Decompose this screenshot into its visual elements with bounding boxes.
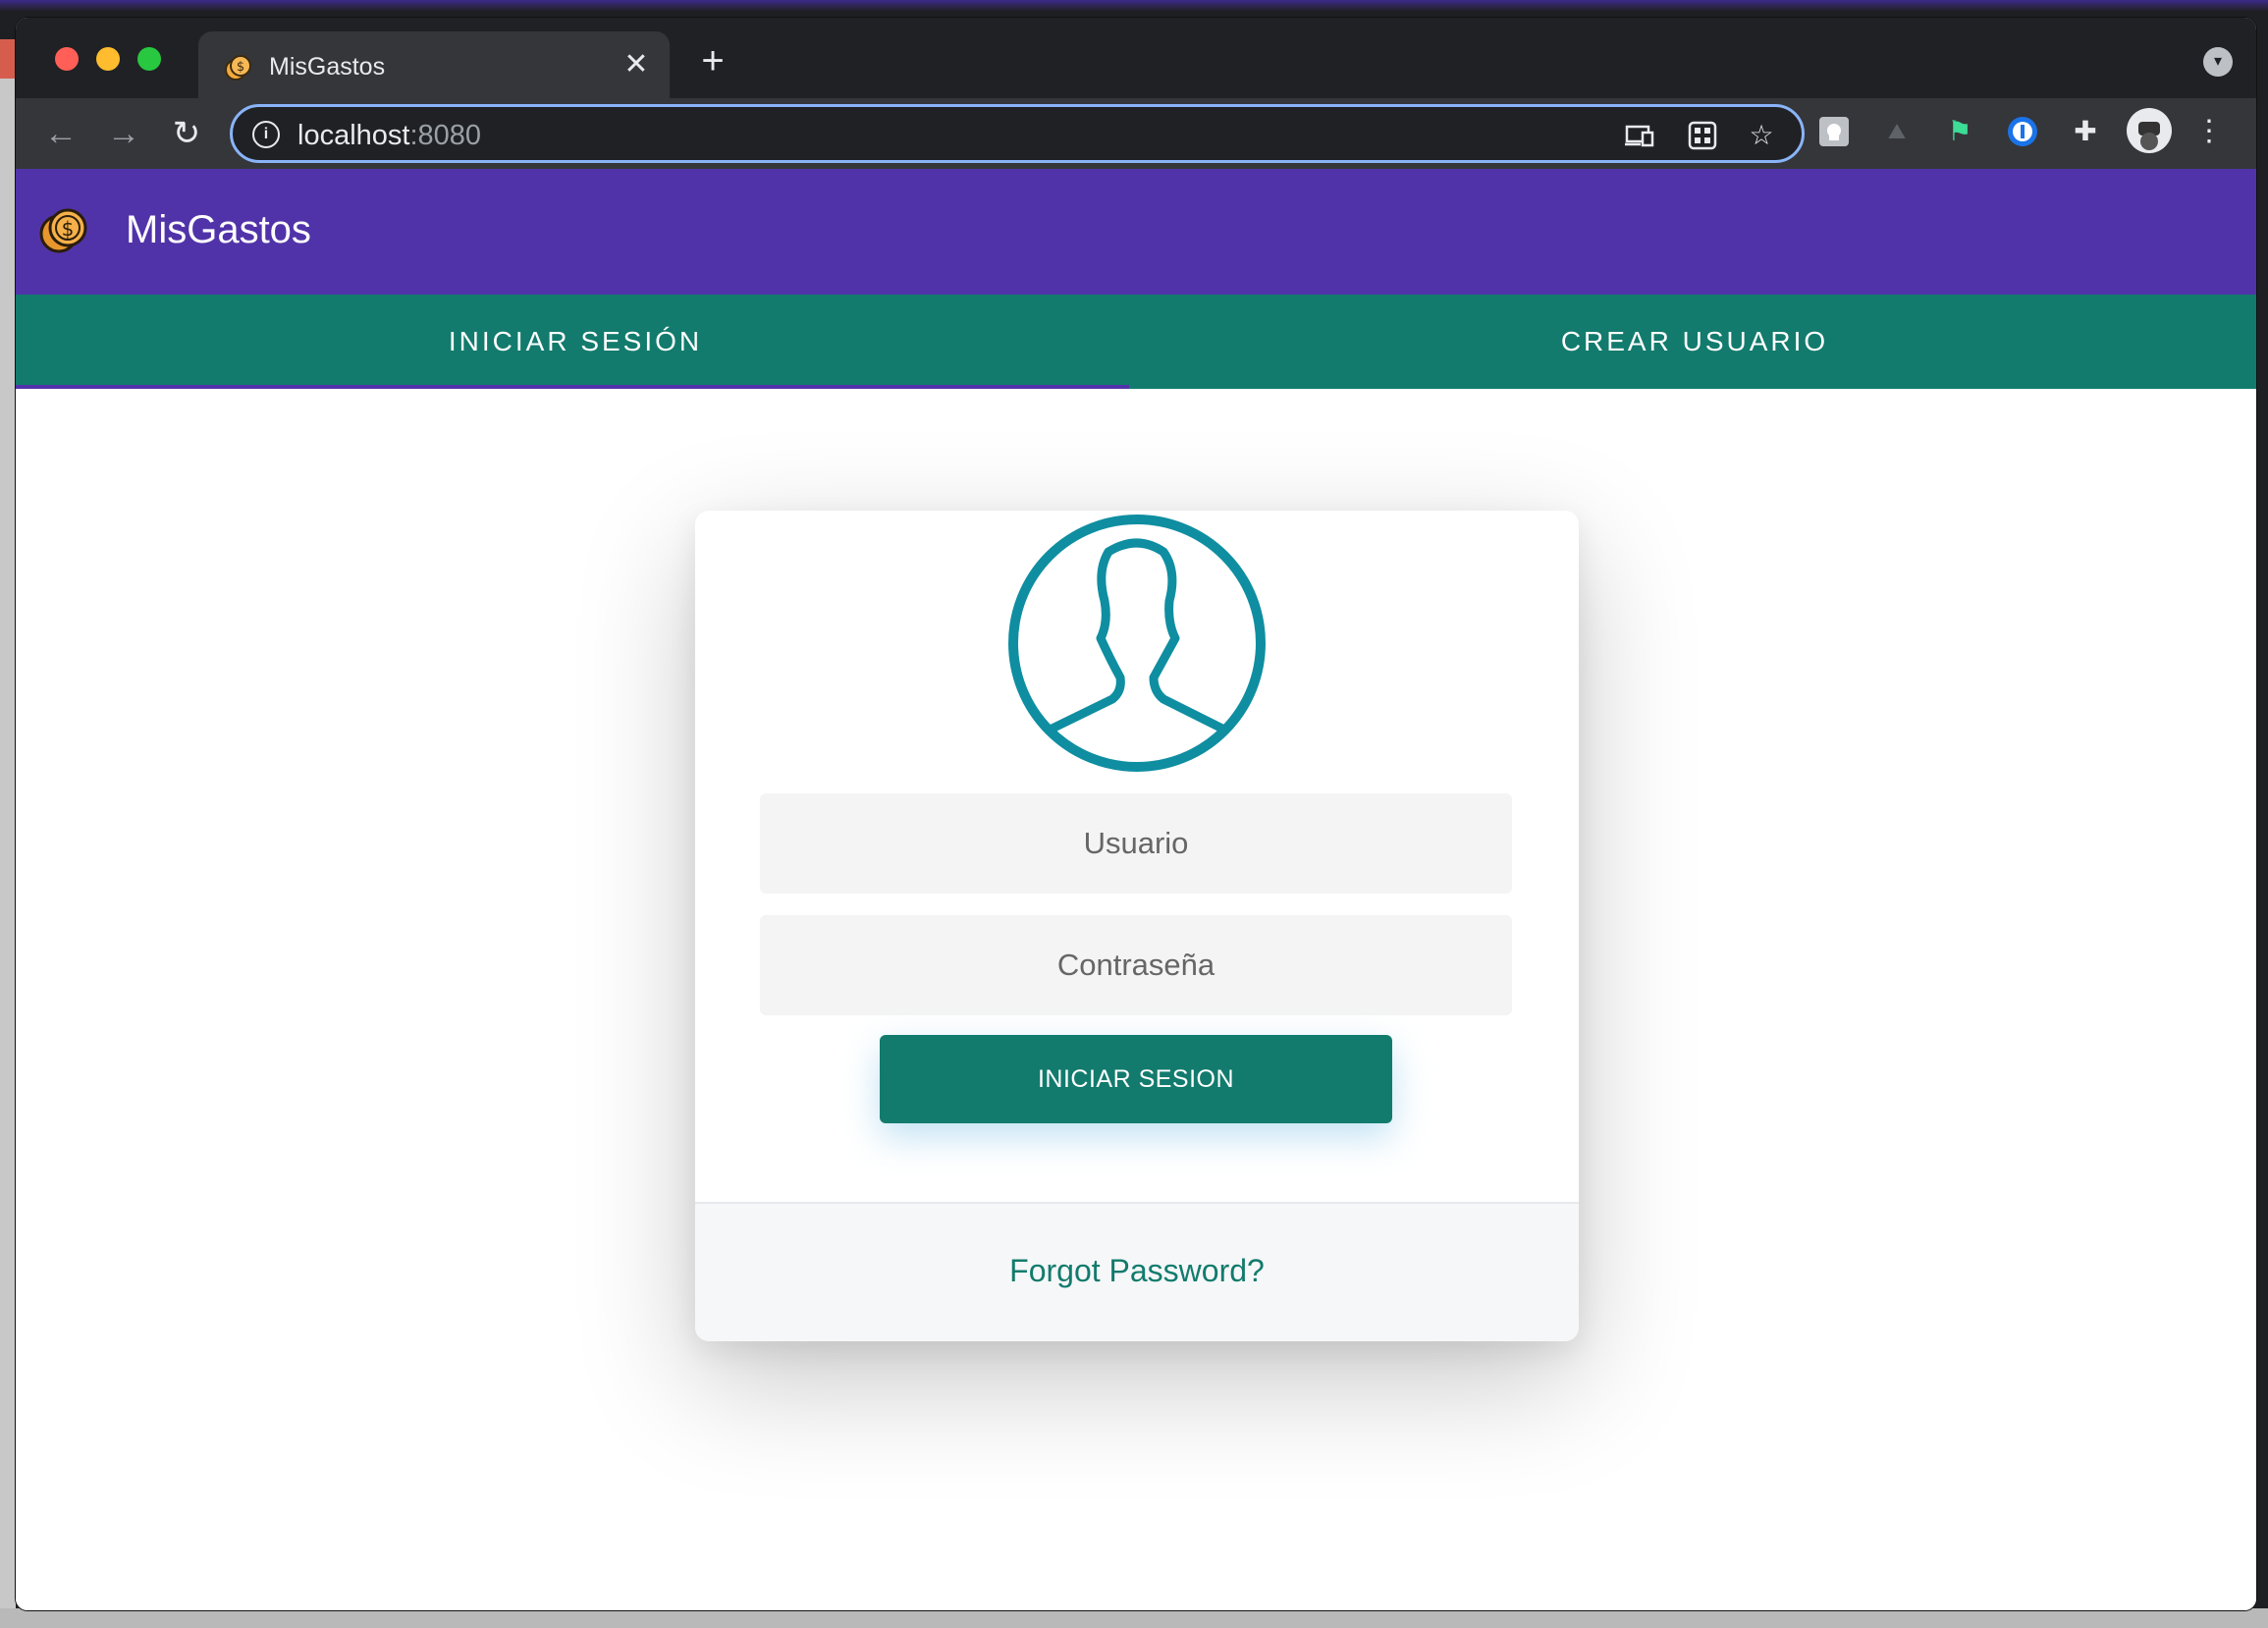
coins-favicon-icon: $ [225,55,251,81]
app-bar: $ MisGastos [16,169,2256,295]
browser-window: $ MisGastos ✕ + ▾ ← → ↻ i localhost:8080… [16,18,2256,1610]
back-arrow-icon[interactable]: ← [39,112,82,155]
profile-avatar-icon[interactable] [2127,108,2172,153]
tab-create-user[interactable]: CREAR USUARIO [1135,295,2254,389]
browser-toolbar: ← → ↻ i localhost:8080 ☆ ⛰ ⚑ ✚ ⋮ [16,98,2256,169]
tab-title: MisGastos [269,53,386,81]
tab-close-icon[interactable]: ✕ [619,47,654,82]
auth-tabs: INICIAR SESIÓN CREAR USUARIO [16,295,2256,389]
extension-square-icon[interactable] [1814,112,1854,151]
star-icon[interactable]: ☆ [1745,119,1778,152]
app-title: MisGastos [126,208,311,251]
browser-tab[interactable]: $ MisGastos ✕ [198,31,670,98]
password-field[interactable] [760,915,1512,1015]
card-footer: Forgot Password? [695,1202,1579,1341]
bird-icon[interactable]: ⚑ [1940,112,1979,151]
new-tab-button[interactable]: + [693,41,732,82]
active-tab-indicator [16,385,1129,389]
cast-icon[interactable] [1623,119,1656,152]
window-maximize-button[interactable] [137,47,161,71]
url-text[interactable]: localhost:8080 [297,120,481,152]
browser-titlebar: $ MisGastos ✕ + ▾ [16,18,2256,98]
reload-icon[interactable]: ↻ [165,112,208,155]
login-card: INICIAR SESION Forgot Password? [695,511,1579,1341]
puzzle-icon[interactable]: ✚ [2066,112,2105,151]
forgot-password-link[interactable]: Forgot Password? [695,1253,1579,1289]
address-bar[interactable]: i localhost:8080 ☆ [230,104,1805,163]
background-window-strip [0,39,16,1610]
kebab-menu-icon[interactable]: ⋮ [2189,112,2229,151]
user-avatar-icon [1008,515,1266,772]
coins-logo-icon[interactable]: $ [37,204,90,257]
url-port: :8080 [409,120,482,151]
svg-text:$: $ [62,217,75,241]
window-close-button[interactable] [55,47,79,71]
login-button[interactable]: INICIAR SESION [880,1035,1392,1123]
password-manager-icon[interactable] [2003,112,2042,151]
app-page: $ MisGastos INICIAR SESIÓN CREAR USUARIO… [16,169,2256,1610]
grid-icon[interactable] [1686,119,1719,152]
svg-text:$: $ [237,60,244,75]
window-minimize-button[interactable] [96,47,120,71]
tab-search-icon[interactable]: ▾ [2203,47,2233,77]
username-field[interactable] [760,793,1512,894]
forward-arrow-icon[interactable]: → [102,112,145,155]
url-host: localhost [297,120,410,151]
mountains-icon[interactable]: ⛰ [1877,112,1917,151]
site-info-icon[interactable]: i [252,121,280,148]
desktop-bottom-strip [0,1608,2268,1628]
tab-login[interactable]: INICIAR SESIÓN [16,295,1135,389]
